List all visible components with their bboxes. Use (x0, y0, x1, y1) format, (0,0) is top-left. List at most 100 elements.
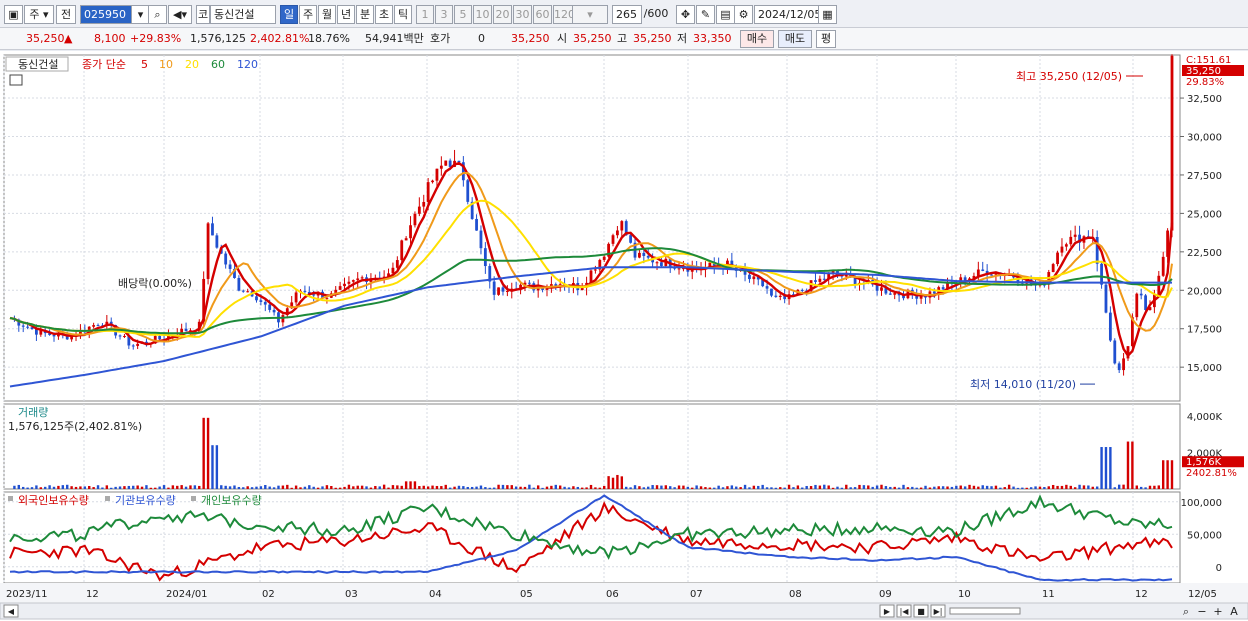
volume-bar (110, 487, 113, 489)
volume-bar (189, 485, 192, 489)
volume-bar (1100, 447, 1103, 489)
candle-body (475, 218, 478, 231)
volume-bar (589, 484, 593, 489)
window-menu-icon[interactable]: ▣ (4, 5, 23, 24)
search-icon[interactable]: ⌕ (148, 5, 167, 24)
volume-bar (444, 484, 447, 489)
draw-tool-icon[interactable]: ✎ (696, 5, 715, 24)
volume-bar (968, 484, 971, 489)
volume-bar (893, 486, 896, 489)
interval-button-20[interactable]: 20 (493, 5, 512, 24)
volume-bar (30, 487, 34, 489)
market-select[interactable]: 주 ▾ (24, 5, 54, 24)
period-button-3[interactable]: 년 (337, 5, 355, 24)
volume-bar (233, 485, 236, 489)
volume-bar (101, 487, 104, 489)
volume-bar (299, 487, 302, 489)
candle-body (400, 240, 404, 261)
candle-body (466, 180, 470, 202)
period-button-1[interactable]: 주 (299, 5, 317, 24)
volume-bar (484, 487, 487, 489)
period-button-4[interactable]: 분 (356, 5, 374, 24)
volume-bar (1122, 484, 1125, 489)
volume-bar (26, 487, 29, 489)
speaker-icon[interactable]: ◀▾ (168, 5, 192, 24)
period-button-5[interactable]: 초 (375, 5, 393, 24)
stock-name-field[interactable]: 동신건설 (210, 5, 276, 24)
scroll-thumb[interactable] (949, 607, 1021, 615)
gear-icon[interactable]: ⚙ (734, 5, 753, 24)
volume-bar (409, 481, 412, 489)
date-input[interactable]: 2024/12/05 (754, 5, 820, 24)
candle-body (215, 235, 219, 248)
candle-body (1144, 295, 1147, 311)
x-tick-label: 04 (429, 589, 442, 600)
volume-bar (730, 485, 734, 489)
calendar-icon[interactable]: ▦ (818, 5, 837, 24)
x-tick-label-last: 12/05 (1188, 589, 1217, 600)
volume-bar (264, 485, 267, 489)
volume-bar (39, 487, 43, 489)
buy-button[interactable]: 매수 (740, 30, 774, 48)
volume-bar (220, 485, 223, 489)
volume-bar (858, 484, 861, 489)
interval-button-5[interactable]: 5 (454, 5, 472, 24)
candle-body (880, 287, 883, 291)
interval-button-30[interactable]: 30 (513, 5, 532, 24)
volume-bar (457, 485, 461, 489)
price-y-tick-label: 27,500 (1187, 171, 1222, 182)
crosshair-icon[interactable]: ✥ (676, 5, 695, 24)
eval-button[interactable]: 평 (816, 30, 836, 48)
zoom-control-1[interactable]: − (1197, 605, 1206, 618)
interval-button-1[interactable]: 1 (416, 5, 434, 24)
volume-bar (1091, 486, 1094, 489)
candle-body (118, 335, 122, 337)
interval-button-60[interactable]: 60 (533, 5, 552, 24)
candle-body (439, 165, 443, 169)
volume-bar (1113, 487, 1116, 489)
min-price-label: 최저 14,010 (11/20) (970, 378, 1076, 391)
bar-count-input[interactable]: 265 (612, 5, 642, 24)
volume-bar (620, 476, 624, 489)
interval-button-3[interactable]: 3 (435, 5, 453, 24)
volume-bar (74, 486, 78, 489)
volume-cur-text: 1,576K (1186, 457, 1222, 468)
volume-bar (466, 486, 469, 489)
volume-bar (840, 487, 844, 489)
up-arrow-icon: ▲ (64, 32, 73, 45)
volume-bar (286, 484, 289, 489)
interval-dropdown[interactable]: ▾ (572, 5, 608, 24)
volume-bar (1021, 487, 1024, 489)
period-button-2[interactable]: 월 (318, 5, 336, 24)
save-icon[interactable]: ▤ (716, 5, 735, 24)
sell-button[interactable]: 매도 (778, 30, 812, 48)
candle-body (347, 281, 351, 284)
volume-bar (413, 481, 417, 489)
period-button-6[interactable]: 틱 (394, 5, 412, 24)
zoom-control-3[interactable]: A (1230, 605, 1238, 618)
candle-body (594, 269, 597, 271)
candle-body (26, 326, 30, 328)
zoom-control-0[interactable]: ⌕ (1183, 605, 1189, 618)
sub-select[interactable]: 전 (56, 5, 76, 24)
candle-body (263, 301, 267, 305)
price-y-tick-label: 20,000 (1187, 286, 1222, 297)
candle-body (1056, 252, 1059, 265)
volume-bar (277, 485, 280, 489)
candle-body (1113, 340, 1117, 364)
volume-bar (770, 487, 773, 489)
volume-bar (48, 485, 51, 489)
volume-bar (347, 484, 351, 489)
volume-value: 1,576,125 (190, 32, 246, 45)
volume-bar (246, 486, 249, 489)
volume-bar (704, 487, 707, 489)
volume-bar (510, 485, 513, 489)
period-button-0[interactable]: 일 (280, 5, 298, 24)
volume-bar (699, 486, 703, 489)
zoom-control-2[interactable]: + (1213, 605, 1222, 618)
interval-button-10[interactable]: 10 (473, 5, 492, 24)
holdings-y-tick-label: 100,000 (1181, 498, 1222, 509)
candle-body (294, 292, 298, 303)
stock-code-input[interactable]: 025950 (80, 5, 136, 24)
dividend-label: 배당락(0.00%) (118, 277, 192, 290)
